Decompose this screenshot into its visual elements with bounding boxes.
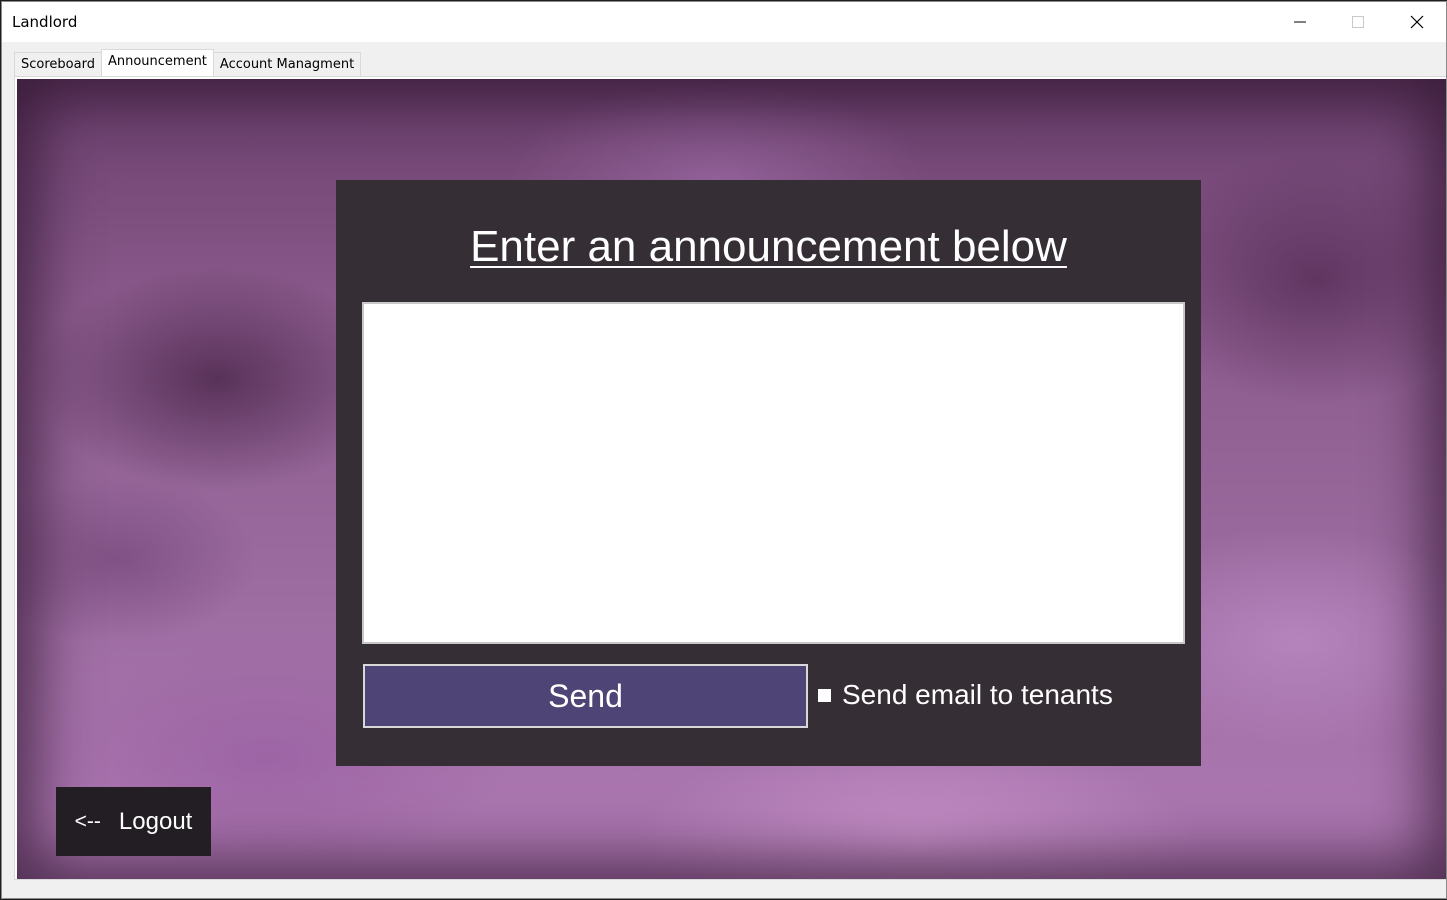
announcement-panel: Enter an announcement below Send Send em… — [336, 180, 1201, 766]
close-button[interactable] — [1388, 2, 1446, 42]
logout-button[interactable]: <-- Logout — [56, 787, 211, 856]
tab-scoreboard[interactable]: Scoreboard — [14, 52, 102, 76]
send-email-label[interactable]: Send email to tenants — [842, 679, 1113, 711]
send-email-checkbox[interactable] — [818, 689, 831, 702]
minimize-button[interactable] — [1271, 2, 1329, 42]
maximize-icon — [1352, 16, 1364, 28]
announcement-tab-page: Enter an announcement below Send Send em… — [14, 76, 1446, 880]
background-image: Enter an announcement below Send Send em… — [17, 79, 1446, 879]
tab-announcement[interactable]: Announcement — [100, 49, 214, 76]
announcement-textbox[interactable] — [362, 302, 1185, 644]
tab-strip: Scoreboard Announcement Account Managmen… — [14, 49, 362, 76]
tab-account-management[interactable]: Account Managment — [212, 52, 362, 76]
logout-label: Logout — [118, 807, 193, 835]
app-window: Landlord Scoreboard Announcement Account… — [1, 1, 1447, 899]
close-icon — [1410, 15, 1424, 29]
title-bar: Landlord — [2, 2, 1446, 42]
send-button[interactable]: Send — [363, 664, 808, 728]
back-arrow-icon: <-- — [74, 809, 101, 833]
announcement-heading: Enter an announcement below — [470, 222, 1067, 271]
window-title: Landlord — [12, 13, 78, 31]
minimize-icon — [1294, 21, 1306, 23]
maximize-button[interactable] — [1329, 2, 1387, 42]
